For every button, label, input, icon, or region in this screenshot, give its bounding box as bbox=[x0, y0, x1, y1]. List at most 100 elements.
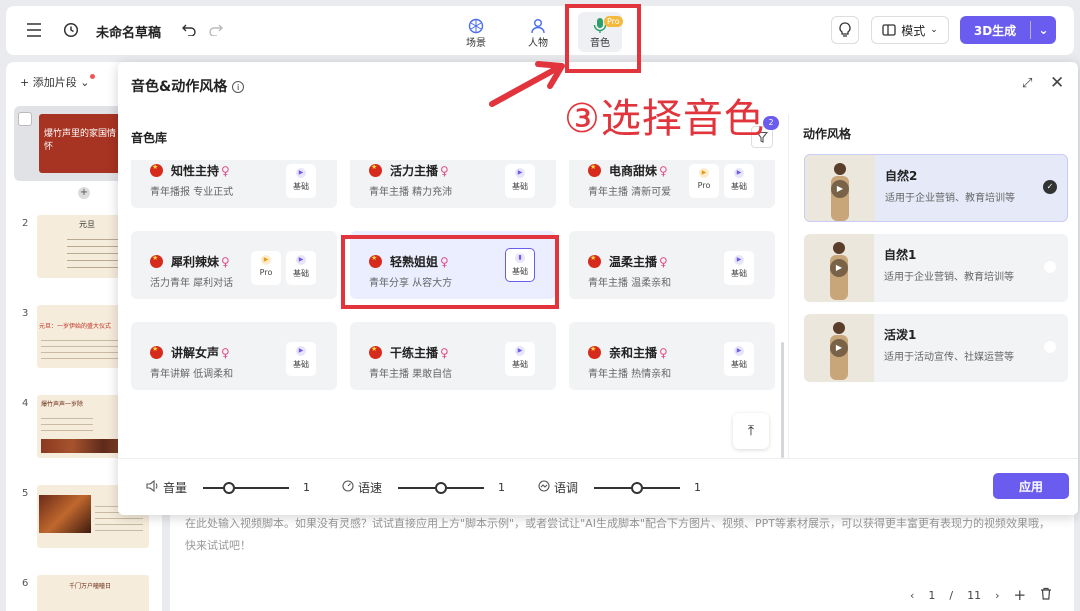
female-icon: ♀ bbox=[659, 255, 668, 269]
radio-button[interactable] bbox=[1044, 341, 1056, 353]
voice-tag-label: 基础 bbox=[293, 360, 309, 369]
add-clip-button[interactable]: + 添加片段 ⌄ bbox=[20, 74, 96, 90]
motion-preview[interactable]: ▶ bbox=[804, 314, 874, 382]
female-icon: ♀ bbox=[659, 164, 668, 178]
clip-number: 4 bbox=[22, 398, 29, 409]
motion-preview[interactable]: ▶ bbox=[804, 234, 874, 302]
trash-icon[interactable] bbox=[1040, 587, 1052, 603]
add-page-icon[interactable]: + bbox=[1014, 586, 1027, 604]
play-icon: ▶ bbox=[261, 255, 271, 265]
voice-tag-basic[interactable]: ▶ 基础 bbox=[286, 164, 316, 198]
clip-checkbox[interactable] bbox=[18, 112, 32, 126]
voice-tag-basic[interactable]: ▶ 基础 bbox=[286, 251, 316, 285]
pitch-control: 语调 1 bbox=[538, 479, 701, 496]
voice-card[interactable]: 犀利辣妹♀ 活力青年 犀利对话 ▶ Pro ▶ 基础 bbox=[131, 231, 337, 299]
document-title[interactable]: 未命名草稿 bbox=[96, 22, 161, 41]
voice-tag-basic[interactable]: ▶ 基础 bbox=[724, 164, 754, 198]
prev-page-icon[interactable]: ‹ bbox=[910, 589, 914, 602]
undo-icon[interactable] bbox=[177, 18, 201, 42]
tab-person[interactable]: 人物 bbox=[516, 14, 560, 52]
play-icon[interactable]: ▶ bbox=[830, 259, 848, 277]
history-icon[interactable] bbox=[59, 18, 83, 42]
voice-desc: 青年主播 果敢自信 bbox=[369, 369, 453, 380]
motion-card-selected[interactable]: ▶ 自然2 适用于企业营销、教育培训等 ✓ bbox=[804, 154, 1068, 222]
motion-name: 自然2 bbox=[885, 169, 918, 183]
motion-card[interactable]: ▶ 活泼1 适用于活动宣传、社媒运营等 bbox=[804, 314, 1068, 382]
person-icon bbox=[530, 14, 546, 34]
clip-thumbnail-6[interactable]: 千门万户曈曈日 bbox=[37, 575, 149, 611]
motion-preview[interactable]: ▶ bbox=[805, 155, 875, 221]
voice-card[interactable]: 温柔主播♀ 青年主播 温柔亲和 ▶ 基础 bbox=[569, 231, 775, 299]
voice-tag-pro[interactable]: ▶ Pro bbox=[689, 164, 719, 198]
play-icon: ▶ bbox=[734, 346, 744, 356]
voice-tag-pro[interactable]: ▶ Pro bbox=[251, 251, 281, 285]
generate-3d-button[interactable]: 3D生成 ⌄ bbox=[960, 16, 1056, 44]
china-flag-icon bbox=[369, 163, 382, 177]
annotation-highlight-voice-card bbox=[341, 235, 559, 309]
voice-tag-basic[interactable]: ▶ 基础 bbox=[286, 342, 316, 376]
voice-card[interactable]: 讲解女声♀ 青年讲解 低调柔和 ▶ 基础 bbox=[131, 322, 337, 390]
voice-tag-basic[interactable]: ▶ 基础 bbox=[724, 251, 754, 285]
female-icon: ♀ bbox=[221, 255, 230, 269]
voice-card[interactable]: 电商甜妹♀ 青年主播 清新可爱 ▶ Pro ▶ 基础 bbox=[569, 160, 775, 208]
pitch-slider[interactable] bbox=[594, 481, 681, 494]
tips-button[interactable] bbox=[831, 16, 859, 44]
voice-tag-basic[interactable]: ▶ 基础 bbox=[724, 342, 754, 376]
voice-desc: 青年主播 温柔亲和 bbox=[588, 278, 672, 289]
radio-button[interactable] bbox=[1044, 261, 1056, 273]
voice-library-title: 音色库 bbox=[131, 131, 168, 145]
play-icon[interactable]: ▶ bbox=[831, 180, 849, 198]
scrollbar[interactable] bbox=[781, 342, 784, 458]
info-icon[interactable]: i bbox=[232, 81, 245, 93]
slider-knob[interactable] bbox=[631, 481, 644, 494]
annotation-arrow-icon bbox=[489, 61, 565, 107]
check-icon: ✓ bbox=[1043, 180, 1057, 194]
apply-button[interactable]: 应用 bbox=[993, 473, 1069, 499]
volume-slider[interactable] bbox=[203, 481, 290, 494]
page-total: 11 bbox=[967, 588, 982, 602]
volume-value: 1 bbox=[303, 481, 311, 494]
next-page-icon[interactable]: › bbox=[995, 589, 999, 602]
dialog-title: 音色&动作风格 i bbox=[131, 76, 245, 96]
generate-label: 3D生成 bbox=[973, 23, 1017, 38]
plus-icon: + bbox=[20, 76, 30, 89]
top-toolbar: 未命名草稿 场景 人物 音色 Pro 模式 ⌄ 3D生成 ⌄ bbox=[6, 6, 1074, 55]
voice-card[interactable]: 干练主播♀ 青年主播 果敢自信 ▶ 基础 bbox=[350, 322, 556, 390]
play-icon: ▶ bbox=[734, 255, 744, 265]
slider-knob[interactable] bbox=[435, 481, 448, 494]
insert-clip-button[interactable]: + bbox=[78, 187, 90, 199]
chevron-down-icon[interactable]: ⌄ bbox=[1031, 23, 1056, 37]
clip-number: 6 bbox=[22, 578, 29, 589]
voice-card[interactable]: 活力主播♀ 青年主播 精力充沛 ▶ 基础 bbox=[350, 160, 556, 208]
tab-scene[interactable]: 场景 bbox=[454, 14, 498, 52]
voice-tag-basic[interactable]: ▶ 基础 bbox=[505, 164, 535, 198]
chevron-down-icon: ⌄ bbox=[80, 76, 90, 89]
voice-tag-label: 基础 bbox=[293, 269, 309, 278]
voice-tag-basic[interactable]: ▶ 基础 bbox=[505, 342, 535, 376]
voice-name: 亲和主播 bbox=[609, 346, 658, 360]
play-icon: ▶ bbox=[296, 346, 306, 356]
close-icon[interactable]: ✕ bbox=[1050, 73, 1064, 93]
mode-dropdown[interactable]: 模式 ⌄ bbox=[871, 16, 949, 44]
speed-slider[interactable] bbox=[398, 481, 485, 494]
voice-card[interactable]: 知性主持♀ 青年播报 专业正式 ▶ 基础 bbox=[131, 160, 337, 208]
filter-count-badge: 2 bbox=[763, 116, 779, 130]
pagination: ‹ 1 / 11 › + bbox=[910, 586, 1052, 604]
expand-icon[interactable]: ⤢ bbox=[1022, 76, 1032, 91]
motion-card[interactable]: ▶ 自然1 适用于企业营销、教育培训等 bbox=[804, 234, 1068, 302]
redo-icon[interactable] bbox=[204, 18, 228, 42]
slider-knob[interactable] bbox=[222, 481, 235, 494]
voice-tag-label: Pro bbox=[697, 181, 711, 190]
voice-card[interactable]: 亲和主播♀ 青年主播 热情亲和 ▶ 基础 bbox=[569, 322, 775, 390]
clip-thumbnail-1[interactable]: 爆竹声里的家国情怀 bbox=[39, 114, 121, 173]
scroll-to-top-button[interactable]: ⤒ bbox=[733, 413, 769, 449]
arrow-up-icon: ⤒ bbox=[747, 423, 755, 439]
voice-tag-label: 基础 bbox=[731, 269, 747, 278]
clip-number: 3 bbox=[22, 308, 29, 319]
speed-icon bbox=[342, 480, 354, 495]
clip-number: 2 bbox=[22, 218, 29, 229]
menu-icon[interactable] bbox=[22, 18, 46, 42]
china-flag-icon bbox=[150, 345, 163, 359]
divider bbox=[788, 114, 789, 458]
play-icon[interactable]: ▶ bbox=[830, 339, 848, 357]
